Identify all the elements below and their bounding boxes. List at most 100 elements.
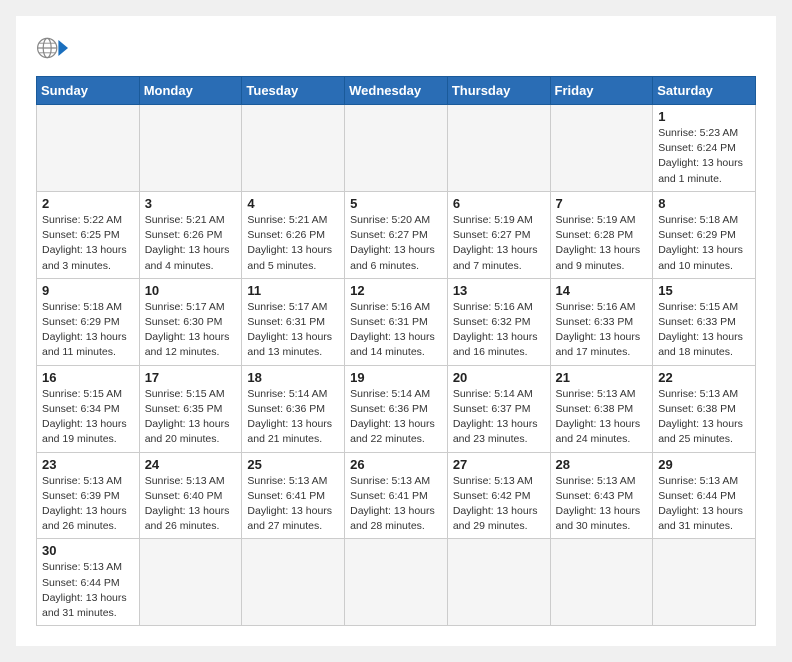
day-cell: 16 Sunrise: 5:15 AM Sunset: 6:34 PM Dayli… (37, 365, 140, 452)
weekday-thursday: Thursday (447, 77, 550, 105)
day-cell (550, 105, 653, 192)
day-info: Sunrise: 5:23 AM Sunset: 6:24 PM Dayligh… (658, 126, 750, 187)
day-number: 9 (42, 283, 134, 298)
day-number: 28 (556, 457, 648, 472)
day-cell: 24 Sunrise: 5:13 AM Sunset: 6:40 PM Dayli… (139, 452, 242, 539)
day-info: Sunrise: 5:16 AM Sunset: 6:31 PM Dayligh… (350, 300, 442, 361)
day-info: Sunrise: 5:21 AM Sunset: 6:26 PM Dayligh… (247, 213, 339, 274)
day-number: 27 (453, 457, 545, 472)
day-number: 20 (453, 370, 545, 385)
week-row-4: 16 Sunrise: 5:15 AM Sunset: 6:34 PM Dayli… (37, 365, 756, 452)
weekday-tuesday: Tuesday (242, 77, 345, 105)
day-info: Sunrise: 5:18 AM Sunset: 6:29 PM Dayligh… (42, 300, 134, 361)
day-info: Sunrise: 5:14 AM Sunset: 6:36 PM Dayligh… (350, 387, 442, 448)
day-number: 23 (42, 457, 134, 472)
day-cell: 18 Sunrise: 5:14 AM Sunset: 6:36 PM Dayli… (242, 365, 345, 452)
day-number: 25 (247, 457, 339, 472)
day-number: 24 (145, 457, 237, 472)
day-cell: 17Sunrise: 5:15 AM Sunset: 6:35 PM Dayli… (139, 365, 242, 452)
day-cell: 8Sunrise: 5:18 AM Sunset: 6:29 PM Daylig… (653, 191, 756, 278)
day-cell: 30Sunrise: 5:13 AM Sunset: 6:44 PM Dayli… (37, 539, 140, 626)
day-number: 7 (556, 196, 648, 211)
day-info: Sunrise: 5:22 AM Sunset: 6:25 PM Dayligh… (42, 213, 134, 274)
day-cell (139, 105, 242, 192)
calendar-table: SundayMondayTuesdayWednesdayThursdayFrid… (36, 76, 756, 626)
day-cell: 4 Sunrise: 5:21 AM Sunset: 6:26 PM Daylig… (242, 191, 345, 278)
day-cell: 9 Sunrise: 5:18 AM Sunset: 6:29 PM Daylig… (37, 278, 140, 365)
week-row-6: 30Sunrise: 5:13 AM Sunset: 6:44 PM Dayli… (37, 539, 756, 626)
day-cell: 3 Sunrise: 5:21 AM Sunset: 6:26 PM Daylig… (139, 191, 242, 278)
day-cell: 29Sunrise: 5:13 AM Sunset: 6:44 PM Dayli… (653, 452, 756, 539)
day-number: 10 (145, 283, 237, 298)
weekday-monday: Monday (139, 77, 242, 105)
day-cell: 12 Sunrise: 5:16 AM Sunset: 6:31 PM Dayli… (345, 278, 448, 365)
day-number: 12 (350, 283, 442, 298)
day-info: Sunrise: 5:13 AM Sunset: 6:42 PM Dayligh… (453, 474, 545, 535)
day-cell (242, 539, 345, 626)
day-info: Sunrise: 5:19 AM Sunset: 6:28 PM Dayligh… (556, 213, 648, 274)
day-cell (242, 105, 345, 192)
day-cell: 1 Sunrise: 5:23 AM Sunset: 6:24 PM Daylig… (653, 105, 756, 192)
general-blue-icon (36, 32, 68, 64)
day-info: Sunrise: 5:13 AM Sunset: 6:38 PM Dayligh… (556, 387, 648, 448)
day-number: 6 (453, 196, 545, 211)
day-cell: 14 Sunrise: 5:16 AM Sunset: 6:33 PM Dayli… (550, 278, 653, 365)
day-cell: 23 Sunrise: 5:13 AM Sunset: 6:39 PM Dayli… (37, 452, 140, 539)
day-info: Sunrise: 5:14 AM Sunset: 6:36 PM Dayligh… (247, 387, 339, 448)
day-info: Sunrise: 5:13 AM Sunset: 6:41 PM Dayligh… (247, 474, 339, 535)
day-info: Sunrise: 5:13 AM Sunset: 6:40 PM Dayligh… (145, 474, 237, 535)
day-info: Sunrise: 5:15 AM Sunset: 6:34 PM Dayligh… (42, 387, 134, 448)
day-info: Sunrise: 5:13 AM Sunset: 6:44 PM Dayligh… (42, 560, 134, 621)
weekday-header-row: SundayMondayTuesdayWednesdayThursdayFrid… (37, 77, 756, 105)
day-info: Sunrise: 5:16 AM Sunset: 6:33 PM Dayligh… (556, 300, 648, 361)
day-info: Sunrise: 5:13 AM Sunset: 6:38 PM Dayligh… (658, 387, 750, 448)
day-number: 3 (145, 196, 237, 211)
day-number: 1 (658, 109, 750, 124)
logo (36, 32, 72, 64)
day-number: 21 (556, 370, 648, 385)
day-cell: 5Sunrise: 5:20 AM Sunset: 6:27 PM Daylig… (345, 191, 448, 278)
day-info: Sunrise: 5:13 AM Sunset: 6:43 PM Dayligh… (556, 474, 648, 535)
day-number: 18 (247, 370, 339, 385)
day-cell (550, 539, 653, 626)
day-cell: 20 Sunrise: 5:14 AM Sunset: 6:37 PM Dayli… (447, 365, 550, 452)
day-cell: 21 Sunrise: 5:13 AM Sunset: 6:38 PM Dayli… (550, 365, 653, 452)
weekday-sunday: Sunday (37, 77, 140, 105)
header (36, 32, 756, 64)
day-cell (447, 105, 550, 192)
day-number: 11 (247, 283, 339, 298)
day-info: Sunrise: 5:18 AM Sunset: 6:29 PM Dayligh… (658, 213, 750, 274)
day-number: 17 (145, 370, 237, 385)
week-row-3: 9 Sunrise: 5:18 AM Sunset: 6:29 PM Daylig… (37, 278, 756, 365)
day-number: 29 (658, 457, 750, 472)
day-info: Sunrise: 5:19 AM Sunset: 6:27 PM Dayligh… (453, 213, 545, 274)
day-info: Sunrise: 5:21 AM Sunset: 6:26 PM Dayligh… (145, 213, 237, 274)
day-cell (345, 539, 448, 626)
day-number: 4 (247, 196, 339, 211)
day-info: Sunrise: 5:17 AM Sunset: 6:30 PM Dayligh… (145, 300, 237, 361)
week-row-2: 2 Sunrise: 5:22 AM Sunset: 6:25 PM Daylig… (37, 191, 756, 278)
day-number: 26 (350, 457, 442, 472)
day-number: 19 (350, 370, 442, 385)
day-cell (653, 539, 756, 626)
calendar-container: SundayMondayTuesdayWednesdayThursdayFrid… (16, 16, 776, 646)
day-number: 16 (42, 370, 134, 385)
day-number: 22 (658, 370, 750, 385)
day-info: Sunrise: 5:16 AM Sunset: 6:32 PM Dayligh… (453, 300, 545, 361)
day-cell: 19 Sunrise: 5:14 AM Sunset: 6:36 PM Dayli… (345, 365, 448, 452)
day-cell: 25 Sunrise: 5:13 AM Sunset: 6:41 PM Dayli… (242, 452, 345, 539)
week-row-1: 1 Sunrise: 5:23 AM Sunset: 6:24 PM Daylig… (37, 105, 756, 192)
day-cell: 6 Sunrise: 5:19 AM Sunset: 6:27 PM Daylig… (447, 191, 550, 278)
day-cell (139, 539, 242, 626)
day-cell: 7 Sunrise: 5:19 AM Sunset: 6:28 PM Daylig… (550, 191, 653, 278)
day-info: Sunrise: 5:20 AM Sunset: 6:27 PM Dayligh… (350, 213, 442, 274)
day-number: 2 (42, 196, 134, 211)
day-cell: 15Sunrise: 5:15 AM Sunset: 6:33 PM Dayli… (653, 278, 756, 365)
weekday-wednesday: Wednesday (345, 77, 448, 105)
day-cell: 22 Sunrise: 5:13 AM Sunset: 6:38 PM Dayli… (653, 365, 756, 452)
day-number: 14 (556, 283, 648, 298)
day-cell: 2 Sunrise: 5:22 AM Sunset: 6:25 PM Daylig… (37, 191, 140, 278)
weekday-friday: Friday (550, 77, 653, 105)
day-info: Sunrise: 5:13 AM Sunset: 6:39 PM Dayligh… (42, 474, 134, 535)
day-info: Sunrise: 5:14 AM Sunset: 6:37 PM Dayligh… (453, 387, 545, 448)
